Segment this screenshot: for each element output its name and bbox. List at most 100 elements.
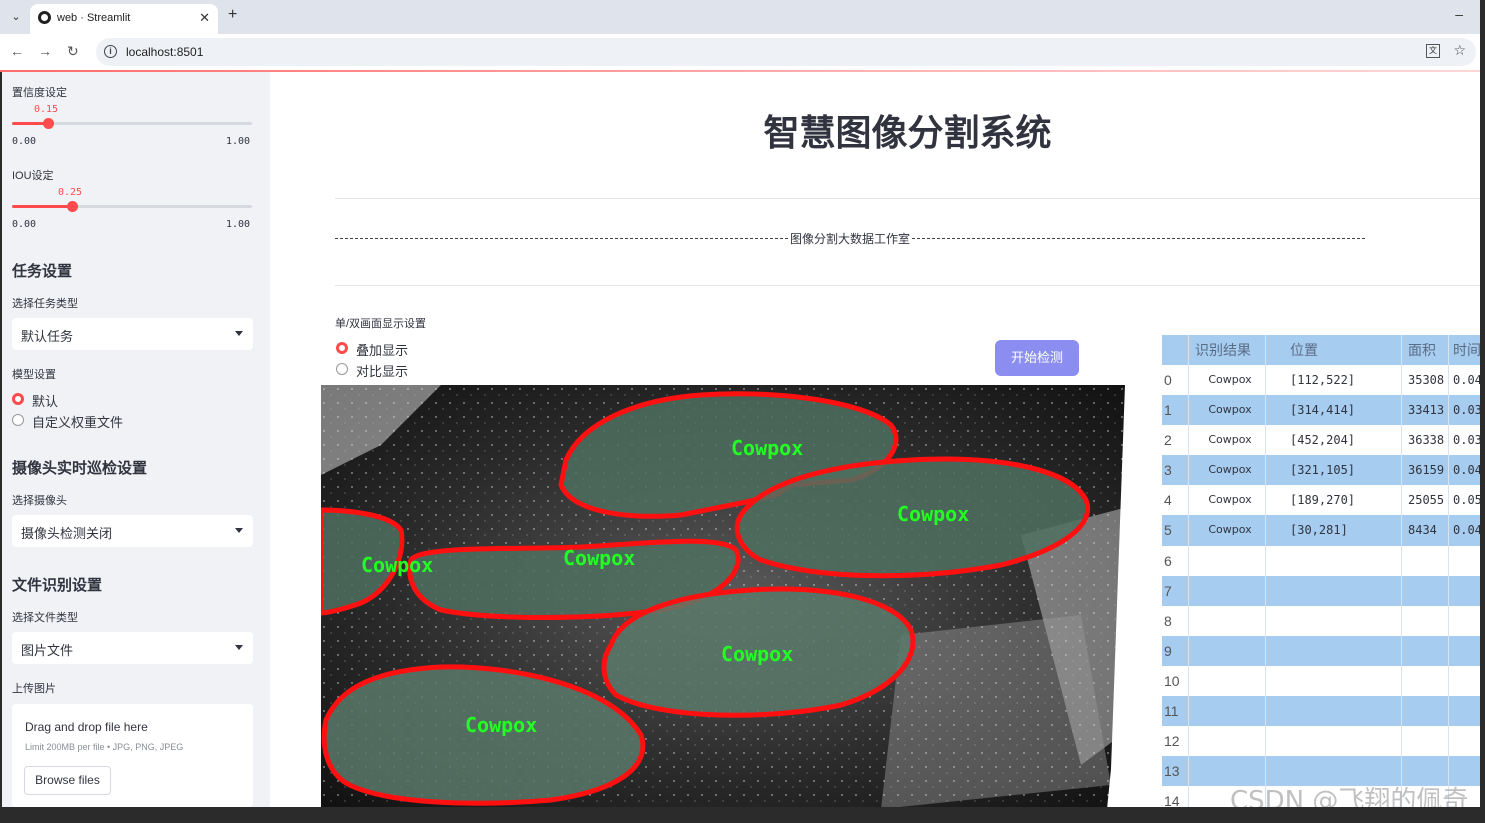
detection-label: Cowpox [563, 546, 635, 570]
confidence-slider-thumb[interactable] [43, 118, 54, 129]
row-time: 0.03 [1448, 425, 1480, 456]
iou-label: IOU设定 [12, 170, 54, 182]
table-row[interactable]: 8 [1162, 605, 1480, 636]
radio-selected-icon [12, 393, 24, 405]
subtitle: 图像分割大数据工作室 [790, 232, 911, 246]
confidence-max: 1.00 [226, 136, 251, 147]
model-radio-default[interactable]: 默认 [12, 390, 172, 409]
display-radio-compare[interactable]: 对比显示 [336, 360, 496, 379]
header-area[interactable]: 面积 [1401, 335, 1448, 365]
table-row[interactable]: 4 Cowpox [189,270] 25055 0.05 [1162, 485, 1480, 516]
radio-unselected-icon [336, 363, 348, 375]
divider [335, 285, 1480, 286]
row-area: 8434 [1401, 515, 1448, 546]
close-icon[interactable]: ✕ [199, 10, 210, 26]
table-row[interactable]: 3 Cowpox [321,105] 36159 0.04 [1162, 455, 1480, 486]
table-row[interactable]: 7 [1162, 575, 1480, 606]
row-index: 13 [1164, 763, 1180, 780]
row-position: [112,522] [1265, 365, 1401, 396]
table-row[interactable]: 12 [1162, 726, 1480, 757]
browser-tab[interactable]: web · Streamlit ✕ [30, 4, 218, 34]
table-row[interactable]: 11 [1162, 696, 1480, 727]
header-position[interactable]: 位置 [1265, 335, 1401, 365]
camera-value: 摄像头检测关闭 [21, 526, 113, 541]
streamlit-favicon-icon [38, 11, 51, 24]
header-time[interactable]: 时间 [1448, 335, 1480, 365]
results-table[interactable]: 识别结果 位置 面积 时间 0 Cowpox [112,522] 35308 0.04 1… [1162, 335, 1480, 817]
confidence-label: 置信度设定 [12, 87, 67, 99]
tab-title: web · Streamlit [57, 12, 131, 24]
row-area [1401, 696, 1448, 727]
task-section-heading: 任务设置 [12, 263, 73, 280]
file-type-select[interactable]: 图片文件 [12, 632, 253, 664]
row-index: 10 [1164, 672, 1180, 689]
row-time [1448, 696, 1480, 727]
minimize-icon[interactable]: – [1455, 6, 1463, 22]
upload-title: Drag and drop file here [25, 720, 148, 734]
iou-value: 0.25 [58, 187, 83, 198]
info-icon[interactable]: i [104, 45, 117, 58]
caret-down-icon [235, 528, 243, 533]
reload-icon[interactable]: ↻ [67, 43, 79, 60]
url-field[interactable]: i localhost:8501 文 ☆ [96, 38, 1476, 66]
task-type-select[interactable]: 默认任务 [12, 318, 253, 350]
tab-list-icon[interactable]: ⌄ [6, 7, 26, 27]
table-row[interactable]: 2 Cowpox [452,204] 36338 0.03 [1162, 425, 1480, 456]
camera-select[interactable]: 摄像头检测关闭 [12, 515, 253, 547]
table-row[interactable]: 1 Cowpox [314,414] 33413 0.03 [1162, 395, 1480, 426]
display-radio-overlay[interactable]: 叠加显示 [336, 339, 496, 358]
row-result [1188, 665, 1265, 697]
iou-slider[interactable] [12, 201, 252, 212]
row-index: 5 [1164, 522, 1172, 539]
browser-tabbar: ⌄ web · Streamlit ✕ + – [0, 0, 1485, 34]
row-index: 8 [1164, 612, 1172, 629]
row-result [1188, 605, 1265, 636]
table-row[interactable]: 6 [1162, 545, 1480, 576]
row-index: 4 [1164, 492, 1172, 509]
url-text[interactable]: localhost:8501 [126, 45, 203, 59]
header-result[interactable]: 识别结果 [1188, 335, 1265, 365]
table-row[interactable]: 9 [1162, 635, 1480, 666]
row-result: Cowpox [1188, 455, 1265, 486]
row-area [1401, 665, 1448, 697]
row-result: Cowpox [1188, 485, 1265, 516]
row-position [1265, 665, 1401, 697]
table-row[interactable]: 0 Cowpox [112,522] 35308 0.04 [1162, 365, 1480, 396]
window-edge [1480, 0, 1485, 823]
row-area: 36159 [1401, 455, 1448, 486]
forward-icon[interactable]: → [38, 43, 52, 59]
confidence-value: 0.15 [34, 104, 59, 115]
detection-label: Cowpox [465, 713, 537, 737]
back-icon[interactable]: ← [10, 43, 24, 59]
display-option-overlay: 叠加显示 [356, 343, 409, 358]
row-area: 33413 [1401, 395, 1448, 426]
row-index: 2 [1164, 432, 1172, 449]
row-area: 35308 [1401, 365, 1448, 396]
row-index: 6 [1164, 552, 1172, 569]
bookmark-star-icon[interactable]: ☆ [1453, 42, 1466, 59]
row-position [1265, 575, 1401, 606]
row-result [1188, 696, 1265, 727]
row-time: 0.04 [1448, 365, 1480, 396]
row-time [1448, 605, 1480, 636]
table-row[interactable]: 5 Cowpox [30,281] 8434 0.04 [1162, 515, 1480, 546]
divider [335, 198, 1480, 199]
iou-slider-thumb[interactable] [67, 201, 78, 212]
row-area: 36338 [1401, 425, 1448, 456]
subtitle-row: 图像分割大数据工作室 [335, 230, 1366, 247]
row-time [1448, 665, 1480, 697]
confidence-slider[interactable] [12, 118, 252, 129]
row-position: [321,105] [1265, 455, 1401, 486]
new-tab-icon[interactable]: + [228, 6, 237, 24]
file-type-value: 图片文件 [21, 643, 74, 658]
browse-files-button[interactable]: Browse files [24, 766, 111, 795]
table-row[interactable]: 10 [1162, 665, 1480, 697]
upload-limit: Limit 200MB per file • JPG, PNG, JPEG [25, 742, 184, 752]
radio-unselected-icon [12, 414, 24, 426]
file-uploader-dropzone[interactable]: Drag and drop file here Limit 200MB per … [12, 704, 253, 807]
model-radio-custom[interactable]: 自定义权重文件 [12, 411, 172, 430]
row-time [1448, 545, 1480, 576]
start-detection-button[interactable]: 开始检测 [995, 340, 1079, 376]
translate-icon[interactable]: 文 [1426, 44, 1440, 58]
camera-label: 选择摄像头 [12, 495, 67, 507]
